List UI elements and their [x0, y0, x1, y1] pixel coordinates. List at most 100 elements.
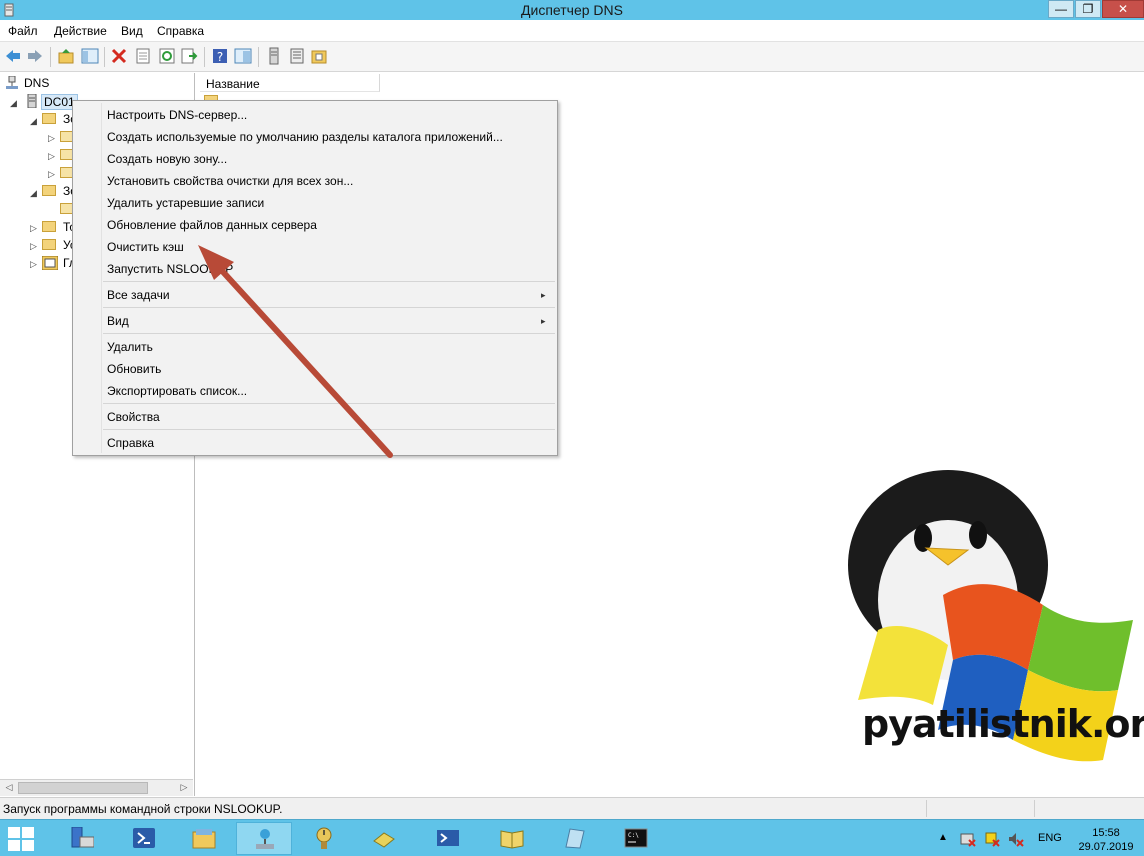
taskbar-powershell[interactable] [116, 822, 172, 855]
folder-icon [42, 185, 56, 196]
expand-arrow-icon[interactable]: ◢ [30, 189, 38, 198]
menu-view[interactable]: Вид [121, 24, 143, 38]
toolbar: ? [0, 42, 1144, 72]
collapse-arrow-icon[interactable]: ▷ [30, 242, 38, 251]
network-status-icon[interactable] [960, 831, 976, 847]
status-divider [926, 800, 927, 817]
horizontal-scrollbar[interactable]: ◁ ▷ [0, 779, 193, 796]
up-folder-icon[interactable] [57, 47, 75, 65]
menu-gutter [101, 103, 102, 453]
menu-file[interactable]: Файл [8, 24, 38, 38]
console-icon[interactable] [234, 47, 252, 65]
scrollbar-thumb[interactable] [18, 782, 148, 794]
powershell-icon [133, 828, 155, 848]
menu-item-configure-dns[interactable]: Настроить DNS-сервер... [107, 108, 247, 122]
taskbar-scheduler[interactable] [296, 822, 352, 855]
server-icon [27, 94, 37, 108]
menu-separator [103, 333, 555, 334]
close-button[interactable]: ✕ [1102, 0, 1144, 18]
toolbar-separator [50, 47, 51, 67]
menu-separator [103, 281, 555, 282]
list-icon[interactable] [288, 47, 306, 65]
menu-item-refresh[interactable]: Обновить [107, 362, 161, 376]
expand-arrow-icon[interactable]: ◢ [10, 99, 18, 108]
toolbar-separator [204, 47, 205, 67]
taskbar-cmd[interactable]: C:\ [608, 822, 664, 855]
taskbar-explorer[interactable] [176, 822, 232, 855]
policy-icon [373, 832, 395, 848]
maximize-button[interactable]: ❐ [1075, 0, 1101, 18]
forward-icon[interactable] [26, 47, 44, 65]
properties-icon[interactable] [134, 47, 152, 65]
tray-expand-icon[interactable]: ▲ [938, 832, 954, 848]
menu-item-all-tasks[interactable]: Все задачи [107, 288, 170, 302]
menu-item-help[interactable]: Справка [107, 436, 154, 450]
collapse-arrow-icon[interactable]: ▷ [30, 260, 38, 269]
menu-separator [103, 403, 555, 404]
clock-time: 15:58 [1092, 827, 1120, 839]
title-bar: Диспетчер DNS — ❐ ✕ [0, 0, 1144, 20]
status-bar: Запуск программы командной строки NSLOOK… [0, 797, 1144, 819]
menu-item-delete[interactable]: Удалить [107, 340, 153, 354]
taskbar-help-book[interactable] [484, 822, 540, 855]
server-icon[interactable] [265, 47, 283, 65]
global-logs-icon [42, 256, 58, 270]
menu-item-export-list[interactable]: Экспортировать список... [107, 384, 247, 398]
toolbar-separator [104, 47, 105, 67]
column-header-name[interactable]: Название [200, 74, 380, 92]
collapse-arrow-icon[interactable]: ▷ [48, 152, 56, 161]
logo-brand-text: pyatilistnik.org [862, 702, 1144, 746]
volume-muted-icon[interactable] [1008, 831, 1024, 847]
status-divider [1034, 800, 1035, 817]
export-icon[interactable] [180, 47, 198, 65]
taskbar-powershell-ise[interactable] [420, 822, 476, 855]
minimize-button[interactable]: — [1048, 0, 1074, 18]
submenu-arrow-icon: ▸ [541, 316, 546, 326]
close-icon: ✕ [1117, 2, 1129, 16]
menu-separator [103, 429, 555, 430]
zone-icon[interactable] [310, 47, 328, 65]
windows-start-icon[interactable] [8, 827, 34, 851]
menu-help[interactable]: Справка [157, 24, 204, 38]
menu-item-scavenge[interactable]: Удалить устаревшие записи [107, 196, 264, 210]
menu-item-properties[interactable]: Свойства [107, 410, 160, 424]
penguin-logo-icon [848, 470, 1133, 762]
folder-icon [42, 221, 56, 232]
tree-root-dns[interactable]: DNS [24, 76, 49, 90]
menu-item-view[interactable]: Вид [107, 314, 129, 328]
scroll-right-icon[interactable]: ▷ [177, 782, 191, 794]
taskbar-dns-manager[interactable] [236, 822, 292, 855]
delete-icon[interactable] [110, 47, 128, 65]
menu-bar: Файл Действие Вид Справка [0, 20, 1144, 42]
collapse-arrow-icon[interactable]: ▷ [48, 170, 56, 179]
dns-root-icon [6, 76, 18, 89]
taskbar-server-manager[interactable] [54, 822, 110, 855]
menu-separator [103, 307, 555, 308]
menu-action[interactable]: Действие [54, 24, 107, 38]
collapse-arrow-icon[interactable]: ▷ [48, 134, 56, 143]
collapse-arrow-icon[interactable]: ▷ [30, 224, 38, 233]
taskbar-notepad[interactable] [546, 822, 602, 855]
refresh-icon[interactable] [158, 47, 176, 65]
powershell-ise-icon [437, 830, 459, 846]
menu-item-launch-nslookup[interactable]: Запустить NSLOOKUP [107, 262, 233, 276]
show-tree-icon[interactable] [81, 47, 99, 65]
menu-item-clear-cache[interactable]: Очистить кэш [107, 240, 184, 254]
window-title: Диспетчер DNS [521, 2, 623, 18]
help-icon[interactable]: ? [211, 47, 229, 65]
taskbar-group-policy[interactable] [356, 822, 412, 855]
menu-item-create-default-partitions[interactable]: Создать используемые по умолчанию раздел… [107, 130, 503, 144]
menu-item-set-aging[interactable]: Установить свойства очистки для всех зон… [107, 174, 353, 188]
taskbar-clock[interactable]: 15:58 29.07.2019 [1072, 826, 1140, 854]
menu-item-update-data-files[interactable]: Обновление файлов данных сервера [107, 218, 317, 232]
folder-icon [42, 239, 56, 250]
server-manager-icon [71, 827, 94, 848]
menu-item-new-zone[interactable]: Создать новую зону... [107, 152, 227, 166]
action-center-icon[interactable] [984, 831, 1000, 847]
taskbar: C:\ ▲ ENG 15:58 29.07.2019 [0, 819, 1144, 856]
back-icon[interactable] [4, 47, 22, 65]
input-language[interactable]: ENG [1038, 832, 1062, 844]
expand-arrow-icon[interactable]: ◢ [30, 117, 38, 126]
scroll-left-icon[interactable]: ◁ [2, 782, 16, 794]
site-logo: pyatilistnik.org [818, 470, 1144, 796]
